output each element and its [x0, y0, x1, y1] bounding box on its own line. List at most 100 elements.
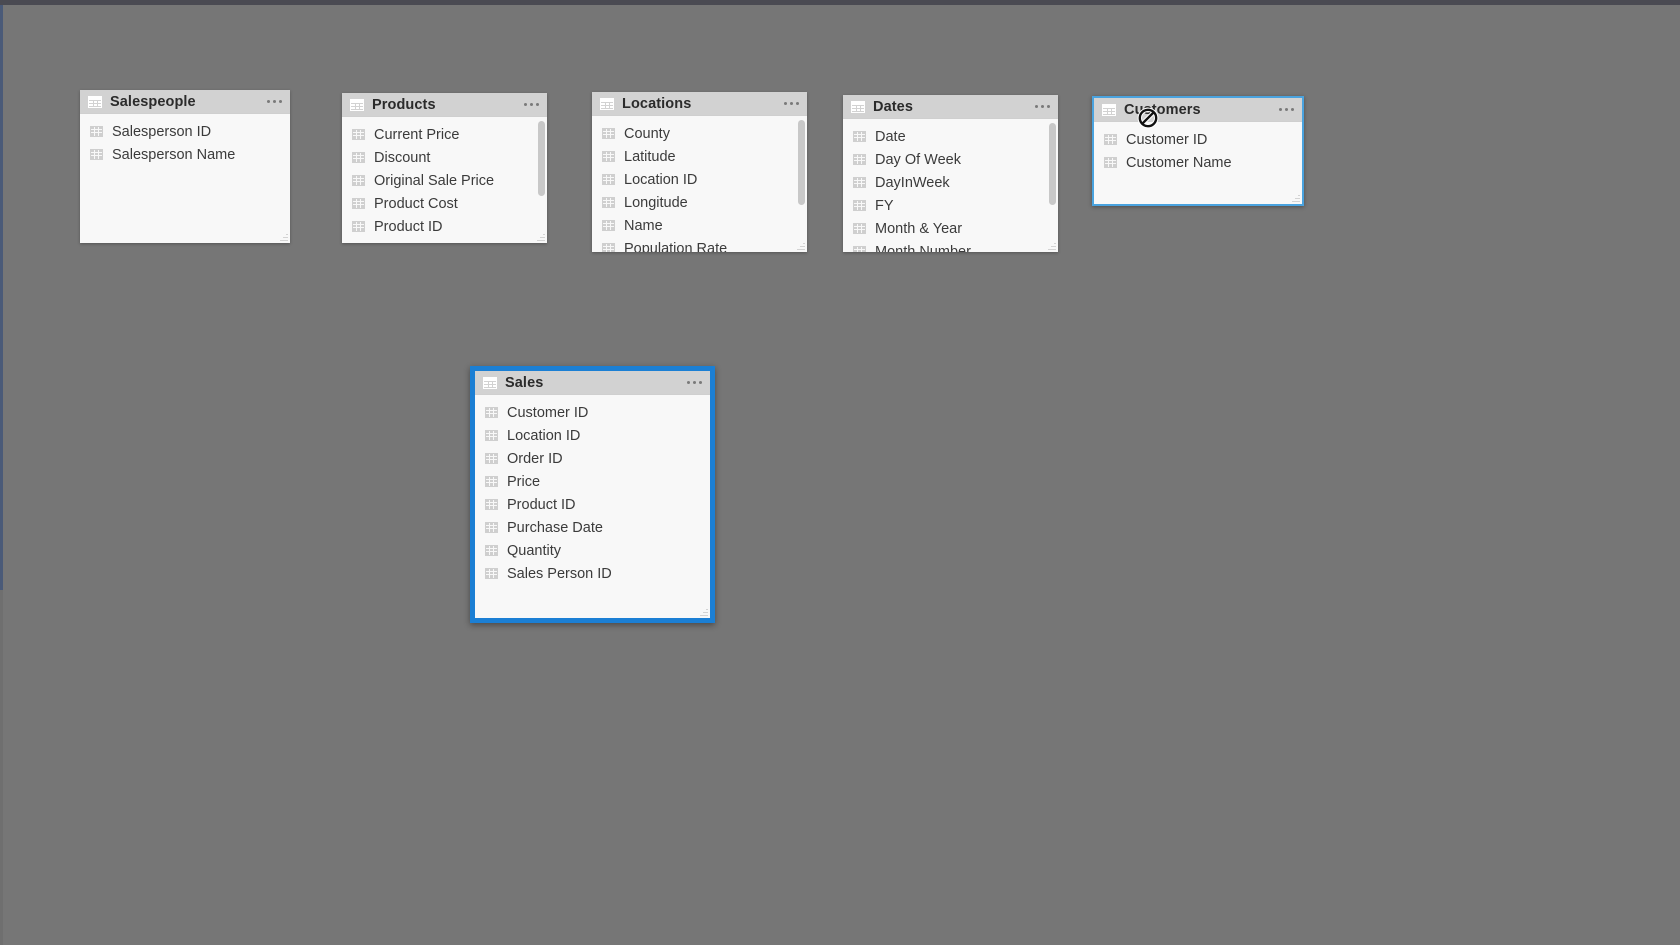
field-label: Customer ID	[507, 404, 589, 421]
field-grid-icon	[352, 198, 365, 209]
field-row[interactable]: Longitude	[592, 191, 807, 214]
field-grid-icon	[485, 568, 498, 579]
table-resize-handle-customers[interactable]	[1291, 193, 1300, 202]
table-more-options-icon-sales[interactable]	[685, 377, 704, 388]
field-grid-icon	[602, 174, 615, 185]
field-row[interactable]: Customer ID	[475, 401, 710, 424]
field-grid-icon	[485, 545, 498, 556]
field-row[interactable]: Population Rate	[592, 237, 807, 252]
table-card-products[interactable]: Products Current Price Discount Original Sa…	[342, 93, 547, 243]
field-label: Day Of Week	[875, 151, 961, 168]
field-list-products: Current Price Discount Original Sale Price…	[342, 117, 547, 243]
table-card-body-products: Products Current Price Discount Original Sa…	[342, 93, 547, 243]
table-resize-handle-salespeople[interactable]	[279, 232, 288, 241]
field-row[interactable]: Product ID	[475, 493, 710, 516]
field-row[interactable]: Quantity	[475, 539, 710, 562]
field-row[interactable]: Customer Name	[1094, 151, 1302, 174]
field-row[interactable]: Salesperson ID	[80, 120, 290, 143]
field-grid-icon	[485, 499, 498, 510]
field-row[interactable]: Salesperson Name	[80, 143, 290, 166]
table-card-dates[interactable]: Dates Date Day Of Week DayInWeek FY Month & Y…	[843, 95, 1058, 252]
field-grid-icon	[485, 476, 498, 487]
field-row[interactable]: Date	[843, 125, 1058, 148]
field-grid-icon	[352, 152, 365, 163]
table-card-salespeople[interactable]: Salespeople Salesperson ID Salesperson Nam…	[80, 90, 290, 243]
field-label: Discount	[374, 149, 431, 166]
field-grid-icon	[90, 126, 103, 137]
field-grid-icon	[853, 131, 866, 142]
field-row[interactable]: Purchase Date	[475, 516, 710, 539]
field-row[interactable]: Price	[475, 470, 710, 493]
table-resize-handle-locations[interactable]	[796, 241, 805, 250]
table-title-salespeople: Salespeople	[110, 93, 196, 110]
field-row[interactable]: Order ID	[475, 447, 710, 470]
field-row[interactable]: DayInWeek	[843, 171, 1058, 194]
field-row[interactable]: Name	[592, 214, 807, 237]
field-label: Customer Name	[1126, 154, 1232, 171]
field-row[interactable]: Product Name	[342, 238, 547, 244]
field-row[interactable]: Product Cost	[342, 192, 547, 215]
field-row[interactable]: Customer ID	[1094, 128, 1302, 151]
field-row[interactable]: Original Sale Price	[342, 169, 547, 192]
table-card-customers[interactable]: Customers Customer ID Customer Name	[1092, 96, 1304, 206]
field-label: Salesperson Name	[112, 146, 236, 163]
table-header-salespeople[interactable]: Salespeople	[80, 90, 290, 114]
field-label: FY	[875, 197, 894, 214]
table-card-sales[interactable]: Sales Customer ID Location ID Order ID Price…	[470, 366, 715, 623]
table-grid-icon	[851, 100, 865, 113]
field-grid-icon	[485, 407, 498, 418]
field-list-dates: Date Day Of Week DayInWeek FY Month & Year Mo…	[843, 119, 1058, 252]
table-resize-handle-products[interactable]	[536, 232, 545, 241]
field-row[interactable]: Month Number	[843, 240, 1058, 252]
field-label: Date	[875, 128, 906, 145]
field-label: Sales Person ID	[507, 565, 612, 582]
model-view-canvas[interactable]: Salespeople Salesperson ID Salesperson Nam…	[0, 0, 1680, 945]
field-row[interactable]: Sales Person ID	[475, 562, 710, 585]
field-row[interactable]: Day Of Week	[843, 148, 1058, 171]
field-row[interactable]: Discount	[342, 146, 547, 169]
field-row[interactable]: Current Price	[342, 123, 547, 146]
field-row[interactable]: Month & Year	[843, 217, 1058, 240]
table-card-body-sales: Sales Customer ID Location ID Order ID Price…	[475, 371, 710, 618]
field-label: Product ID	[374, 218, 443, 235]
field-label: Location ID	[507, 427, 581, 444]
table-scrollbar-dates[interactable]	[1049, 123, 1056, 205]
field-grid-icon	[485, 430, 498, 441]
field-label: Name	[624, 217, 663, 234]
table-title-dates: Dates	[873, 98, 913, 115]
field-row[interactable]: Latitude	[592, 145, 807, 168]
table-scrollbar-locations[interactable]	[798, 120, 805, 205]
table-grid-icon	[483, 376, 497, 389]
field-list-customers: Customer ID Customer Name	[1094, 122, 1302, 174]
field-grid-icon	[90, 149, 103, 160]
table-more-options-icon-customers[interactable]	[1277, 104, 1296, 115]
field-grid-icon	[1104, 157, 1117, 168]
field-row[interactable]: Product ID	[342, 215, 547, 238]
table-more-options-icon-locations[interactable]	[782, 98, 801, 109]
field-row[interactable]: Location ID	[592, 168, 807, 191]
field-row[interactable]: FY	[843, 194, 1058, 217]
field-grid-icon	[1104, 134, 1117, 145]
table-grid-icon	[350, 98, 364, 111]
table-header-sales[interactable]: Sales	[475, 371, 710, 395]
table-title-customers: Customers	[1124, 101, 1201, 118]
field-row[interactable]: County	[592, 122, 807, 145]
table-scrollbar-products[interactable]	[538, 121, 545, 196]
table-header-customers[interactable]: Customers	[1094, 98, 1302, 122]
table-header-products[interactable]: Products	[342, 93, 547, 117]
table-header-locations[interactable]: Locations	[592, 92, 807, 116]
table-resize-handle-dates[interactable]	[1047, 241, 1056, 250]
table-header-dates[interactable]: Dates	[843, 95, 1058, 119]
field-list-sales: Customer ID Location ID Order ID Price Produ…	[475, 395, 710, 585]
table-card-body-customers: Customers Customer ID Customer Name	[1094, 98, 1302, 204]
table-more-options-icon-salespeople[interactable]	[265, 96, 284, 107]
table-more-options-icon-products[interactable]	[522, 99, 541, 110]
field-grid-icon	[485, 453, 498, 464]
table-more-options-icon-dates[interactable]	[1033, 101, 1052, 112]
table-card-locations[interactable]: Locations County Latitude Location ID Longit…	[592, 92, 807, 252]
table-resize-handle-sales[interactable]	[699, 607, 708, 616]
field-grid-icon	[853, 223, 866, 234]
field-grid-icon	[352, 175, 365, 186]
field-row[interactable]: Location ID	[475, 424, 710, 447]
table-card-body-salespeople: Salespeople Salesperson ID Salesperson Nam…	[80, 90, 290, 243]
